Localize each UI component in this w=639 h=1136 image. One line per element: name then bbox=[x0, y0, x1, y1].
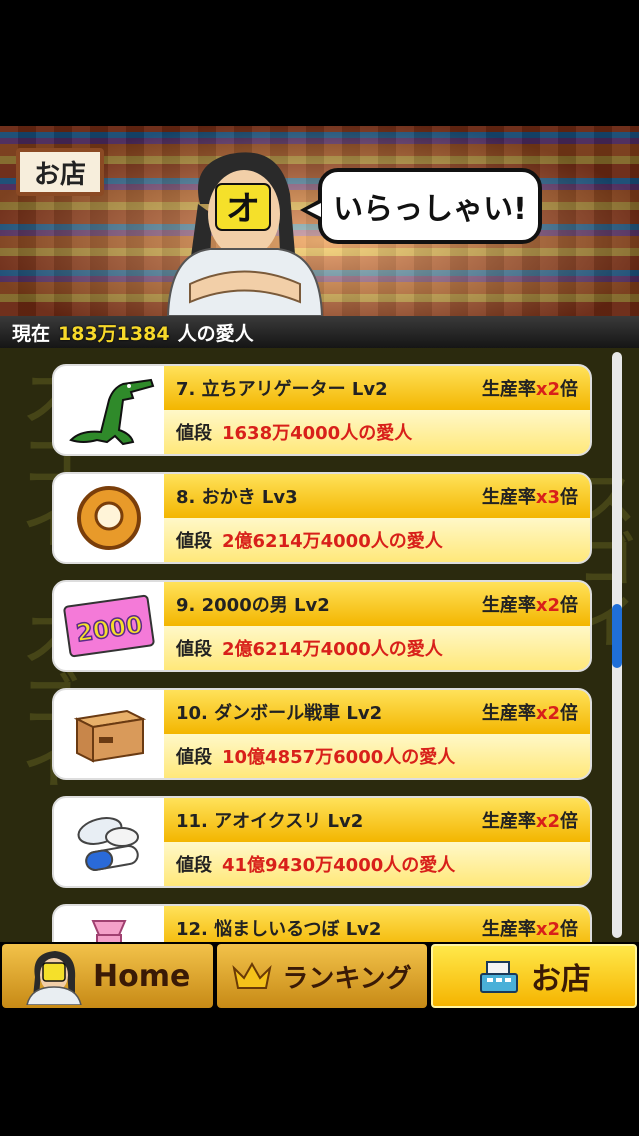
production-rate: 生産率x2倍 bbox=[481, 919, 578, 940]
shop-sign-label: お店 bbox=[33, 159, 86, 190]
greeting-bubble: いらっしゃい! bbox=[318, 168, 542, 244]
item-price: 1638万4000人の愛人 bbox=[222, 423, 413, 444]
item-price-row: 値段 2億6214万4000人の愛人 bbox=[164, 518, 590, 562]
item-name: 8. おかき Lv3 bbox=[176, 487, 298, 508]
bubble-tail-inner bbox=[307, 203, 321, 217]
price-label: 値段 bbox=[176, 531, 212, 552]
item-name-row: 8. おかき Lv3 生産率x3倍 bbox=[164, 474, 590, 518]
item-price-row: 値段 2億6214万4000人の愛人 bbox=[164, 626, 590, 670]
nav-home-label: Home bbox=[93, 958, 191, 994]
crown-icon bbox=[232, 960, 273, 992]
nav-ranking-label: ランキング bbox=[282, 963, 412, 994]
shop-item[interactable]: 10. ダンボール戦車 Lv2 生産率x2倍 値段 10億4857万6000人の… bbox=[52, 688, 592, 780]
item-price: 10億4857万6000人の愛人 bbox=[222, 747, 456, 768]
price-label: 値段 bbox=[176, 855, 212, 876]
item-name: 11. アオイクスリ Lv2 bbox=[176, 811, 364, 832]
rice-cracker-icon bbox=[54, 474, 164, 562]
production-rate: 生産率x2倍 bbox=[481, 379, 578, 400]
shop-item[interactable]: 2000 9. 2000の男 Lv2 生産率x2倍 値段 2億6214万4000… bbox=[52, 580, 592, 672]
shopkeeper-face-icon bbox=[25, 947, 83, 1005]
price-label: 値段 bbox=[176, 423, 212, 444]
nav-shop-button[interactable]: お店 bbox=[430, 944, 637, 1008]
pills-icon bbox=[54, 798, 164, 886]
shop-item-list[interactable]: スゴイ スゴイ スゴイ 7. 立ちアリゲーター Lv2 生産率x2倍 値段 16… bbox=[0, 348, 639, 942]
production-rate: 生産率x3倍 bbox=[481, 487, 578, 508]
bottom-nav: Home ランキング お店 bbox=[0, 942, 639, 1010]
status-prefix: 現在 bbox=[12, 322, 51, 345]
lover-count-bar: 現在 183万1384 人の愛人 bbox=[0, 316, 639, 348]
price-label: 値段 bbox=[176, 639, 212, 660]
production-rate: 生産率x2倍 bbox=[481, 595, 578, 616]
lover-count: 183万1384 bbox=[58, 322, 170, 345]
shop-item[interactable]: 11. アオイクスリ Lv2 生産率x2倍 値段 41億9430万4000人の愛… bbox=[52, 796, 592, 888]
item-name-row: 7. 立ちアリゲーター Lv2 生産率x2倍 bbox=[164, 366, 590, 410]
item-name: 7. 立ちアリゲーター Lv2 bbox=[176, 379, 388, 400]
shopkeeper-avatar: オ bbox=[166, 152, 324, 316]
production-rate: 生産率x2倍 bbox=[481, 703, 578, 724]
item-price: 2億6214万4000人の愛人 bbox=[222, 639, 443, 660]
crucible-icon bbox=[54, 906, 164, 942]
cash-register-icon bbox=[477, 956, 521, 996]
item-name: 9. 2000の男 Lv2 bbox=[176, 595, 330, 616]
shop-item[interactable]: 7. 立ちアリゲーター Lv2 生産率x2倍 値段 1638万4000人の愛人 bbox=[52, 364, 592, 456]
item-price-row: 値段 41億9430万4000人の愛人 bbox=[164, 842, 590, 886]
shopkeeper-mark: オ bbox=[226, 189, 260, 229]
item-price: 41億9430万4000人の愛人 bbox=[222, 855, 456, 876]
item-name-row: 10. ダンボール戦車 Lv2 生産率x2倍 bbox=[164, 690, 590, 734]
shop-item[interactable]: 8. おかき Lv3 生産率x3倍 値段 2億6214万4000人の愛人 bbox=[52, 472, 592, 564]
shop-sign: お店 bbox=[16, 148, 104, 196]
item-price-row: 値段 1638万4000人の愛人 bbox=[164, 410, 590, 454]
scrollbar-thumb[interactable] bbox=[612, 604, 622, 668]
cardboard-box-icon bbox=[54, 690, 164, 778]
shop-banner: お店 オ いらっしゃい! bbox=[0, 126, 639, 316]
item-name-row: 9. 2000の男 Lv2 生産率x2倍 bbox=[164, 582, 590, 626]
item-name-row: 11. アオイクスリ Lv2 生産率x2倍 bbox=[164, 798, 590, 842]
item-name: 10. ダンボール戦車 Lv2 bbox=[176, 703, 383, 724]
greeting-text: いらっしゃい! bbox=[333, 192, 527, 227]
item-price-row: 値段 10億4857万6000人の愛人 bbox=[164, 734, 590, 778]
production-rate: 生産率x2倍 bbox=[481, 811, 578, 832]
item-name: 12. 悩ましいるつぼ Lv2 bbox=[176, 919, 382, 940]
alligator-icon bbox=[54, 366, 164, 454]
nav-home-button[interactable]: Home bbox=[2, 944, 214, 1008]
price-label: 値段 bbox=[176, 747, 212, 768]
nav-shop-label: お店 bbox=[530, 962, 591, 997]
shop-item[interactable]: 12. 悩ましいるつぼ Lv2 生産率x2倍 bbox=[52, 904, 592, 942]
ticket-2000-icon: 2000 bbox=[54, 582, 164, 670]
item-price: 2億6214万4000人の愛人 bbox=[222, 531, 443, 552]
nav-ranking-button[interactable]: ランキング bbox=[217, 944, 427, 1008]
item-name-row: 12. 悩ましいるつぼ Lv2 生産率x2倍 bbox=[164, 906, 590, 942]
status-suffix: 人の愛人 bbox=[177, 322, 254, 345]
